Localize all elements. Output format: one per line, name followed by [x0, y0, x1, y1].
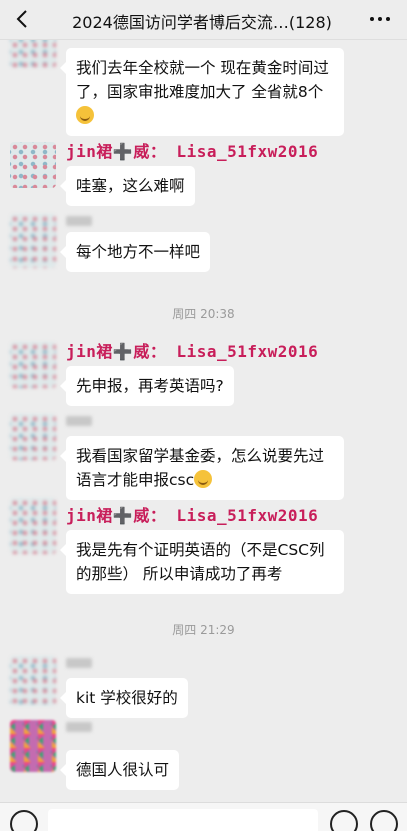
- avatar[interactable]: [10, 656, 56, 706]
- dizzy-emoji-icon: [194, 470, 213, 488]
- more-dots-icon[interactable]: [367, 8, 393, 30]
- voice-icon[interactable]: [10, 810, 38, 831]
- message-bubble[interactable]: 我们去年全校就一个 现在黄金时间过了，国家审批难度加大了 全省就8个: [60, 48, 344, 136]
- message-text: kit 学校很好的: [76, 689, 178, 707]
- avatar[interactable]: [10, 414, 56, 460]
- avatar[interactable]: [10, 342, 56, 388]
- chevron-left-icon[interactable]: [10, 6, 36, 32]
- timestamp: 周四 20:38: [172, 307, 235, 321]
- message-bubble[interactable]: 我是先有个证明英语的（不是CSC列的那些） 所以申请成功了再考: [60, 530, 344, 594]
- sender-name: jin裙➕威： Lisa_51fxw2016: [66, 342, 319, 361]
- grimace-emoji-icon: [76, 106, 94, 124]
- message-text: 每个地方不一样吧: [76, 243, 201, 261]
- message-bubble[interactable]: kit 学校很好的: [60, 678, 188, 718]
- message-text: 德国人很认可: [76, 761, 170, 779]
- message-text: 我是先有个证明英语的（不是CSC列的那些） 所以申请成功了再考: [76, 541, 325, 583]
- sender-name: jin裙➕威： Lisa_51fxw2016: [66, 142, 319, 161]
- timestamp: 周四 21:29: [172, 623, 235, 637]
- avatar[interactable]: [10, 498, 56, 554]
- message-text: 我们去年全校就一个 现在黄金时间过了，国家审批难度加大了 全省就8个: [76, 59, 329, 101]
- message-bubble[interactable]: 德国人很认可: [59, 750, 180, 790]
- chat-header: 2024德国访问学者博后交流…(128): [0, 0, 407, 40]
- sender-name-blurred: [66, 722, 92, 732]
- chat-title: 2024德国访问学者博后交流…(128): [72, 13, 332, 32]
- message-bubble[interactable]: 先申报，再考英语吗?: [60, 366, 234, 406]
- sender-name-blurred: [66, 216, 92, 226]
- avatar[interactable]: [10, 720, 56, 772]
- message-text: 哇塞，这么难啊: [76, 177, 185, 195]
- message-bubble[interactable]: 每个地方不一样吧: [59, 232, 211, 272]
- plus-icon[interactable]: [370, 810, 398, 831]
- message-input[interactable]: [48, 809, 318, 831]
- avatar[interactable]: [10, 214, 56, 268]
- message-text: 先申报，再考英语吗?: [76, 377, 224, 395]
- input-bar: [0, 802, 407, 831]
- avatar[interactable]: [10, 142, 56, 188]
- emoji-face-icon[interactable]: [330, 810, 358, 831]
- message-bubble[interactable]: 我看国家留学基金委，怎么说要先过语言才能申报csc: [60, 436, 344, 500]
- sender-name-blurred: [66, 416, 92, 426]
- sender-name-blurred: [66, 658, 92, 668]
- sender-name: jin裙➕威： Lisa_51fxw2016: [66, 506, 319, 525]
- message-bubble[interactable]: 哇塞，这么难啊: [60, 166, 195, 206]
